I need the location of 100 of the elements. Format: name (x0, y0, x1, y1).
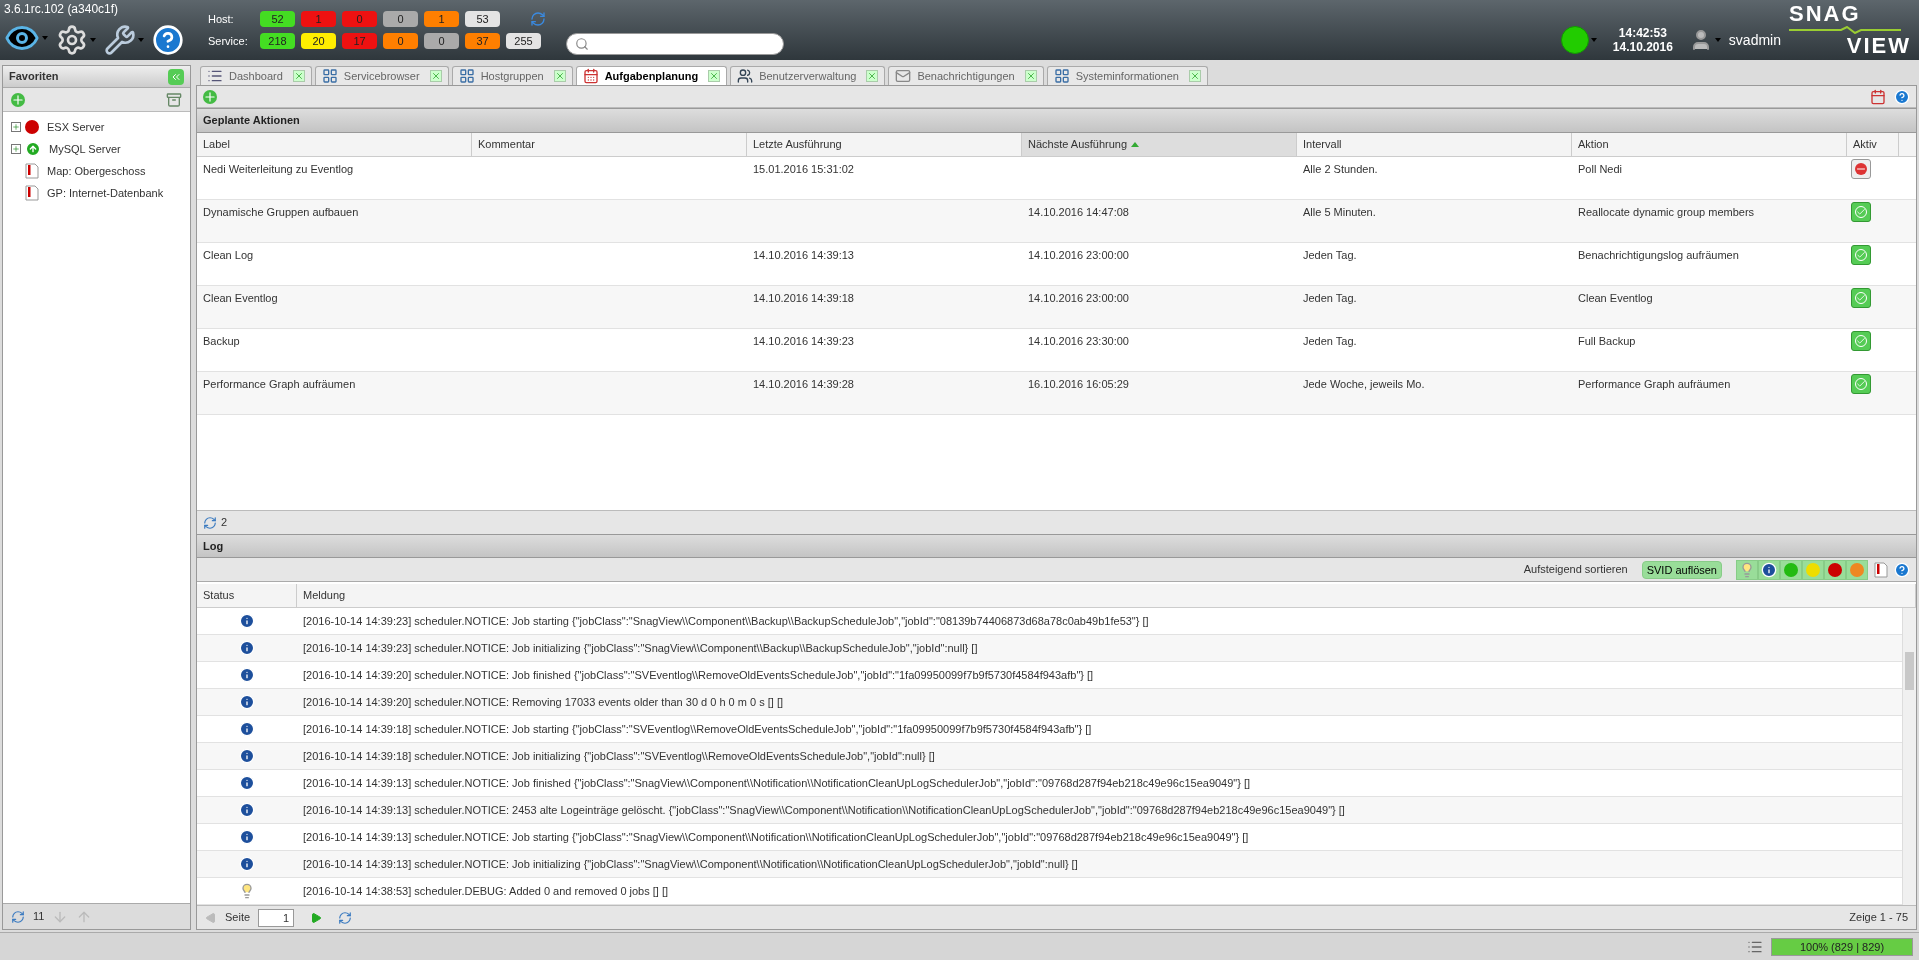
settings-menu-button[interactable] (56, 24, 96, 56)
tab[interactable]: Benutzerverwaltung (730, 66, 886, 85)
table-cell: 14.10.2016 23:30:00 (1028, 335, 1129, 347)
filter-toggle[interactable] (1736, 559, 1758, 580)
table-cell: 14.10.2016 14:39:23 (753, 335, 854, 347)
table-cell: 14.10.2016 14:39:18 (753, 292, 854, 304)
active-toggle[interactable] (1851, 245, 1871, 265)
map-icon (25, 185, 39, 201)
help-icon[interactable] (1894, 561, 1910, 578)
calendar-icon[interactable] (1870, 88, 1886, 105)
refresh-icon[interactable] (530, 10, 546, 27)
calendar-icon (582, 68, 599, 84)
column-header[interactable]: Intervall (1297, 133, 1572, 156)
info-icon (239, 640, 255, 656)
close-icon[interactable] (1188, 70, 1201, 82)
favorite-item[interactable]: Map: Obergeschoss (3, 160, 190, 182)
column-header[interactable]: Label (197, 133, 472, 156)
table-cell: Alle 5 Minuten. (1303, 206, 1376, 218)
help-icon[interactable] (1894, 88, 1910, 105)
column-header[interactable]: Status (197, 584, 297, 607)
refresh-icon[interactable] (338, 910, 353, 925)
filter-toggle[interactable] (1824, 559, 1846, 580)
column-header[interactable]: Kommentar (472, 133, 747, 156)
close-icon[interactable] (708, 70, 721, 82)
tab[interactable]: Dashboard (200, 66, 312, 85)
status-count-badge[interactable]: 218 (260, 33, 295, 50)
refresh-icon[interactable] (203, 515, 217, 530)
status-count-badge[interactable]: 0 (383, 33, 418, 50)
status-count-badge[interactable]: 0 (383, 10, 418, 27)
active-toggle[interactable] (1851, 331, 1871, 351)
status-count-badge[interactable]: 1 (424, 10, 459, 27)
status-count-badge[interactable]: 53 (465, 10, 500, 27)
table-cell: 14.10.2016 14:39:13 (753, 249, 854, 261)
log-message: [2016-10-14 14:39:20] scheduler.NOTICE: Job finished {"jobClass":"SVEventlog\\RemoveOldEventsScheduleJob","jobId":"1fa09950099f7b9f5730f4584f943afb"} [] (302, 667, 1095, 683)
status-count-badge[interactable]: 52 (260, 10, 295, 27)
active-toggle[interactable] (1851, 288, 1871, 308)
grid-icon (458, 68, 475, 84)
info-icon (239, 829, 255, 845)
expand-icon[interactable] (11, 144, 21, 154)
svid-button[interactable]: SVID auflösen (1641, 560, 1722, 579)
active-toggle[interactable] (1851, 202, 1871, 222)
scrollbar[interactable] (1902, 608, 1916, 905)
status-count-badge[interactable]: 1 (301, 10, 336, 27)
column-header[interactable]: Meldung (297, 584, 1916, 607)
refresh-icon[interactable] (11, 909, 25, 924)
search-icon (575, 37, 589, 51)
archive-button[interactable] (166, 91, 182, 108)
status-count-badge[interactable]: 0 (424, 33, 459, 50)
system-status-button[interactable] (1560, 26, 1597, 54)
caret-icon (138, 38, 144, 42)
table-cell: Clean Eventlog (1578, 292, 1653, 304)
close-icon[interactable] (866, 70, 879, 82)
close-icon[interactable] (292, 70, 305, 82)
help-button[interactable] (152, 24, 184, 56)
log-message: [2016-10-14 14:39:13] scheduler.NOTICE: Job starting {"jobClass":"SnagView\\Component\\Notification\\NotificationCleanUpLogSchedulerJob","jobId":"09768d287f94eb218c49e96c15ea9049"} [] (302, 829, 1250, 845)
section-title: Log (203, 538, 224, 554)
tools-menu-button[interactable] (104, 24, 144, 56)
active-toggle[interactable] (1851, 374, 1871, 394)
list-icon (207, 68, 223, 84)
tab[interactable]: Aufgabenplanung (575, 66, 728, 85)
page-field[interactable]: 1 (258, 908, 295, 927)
table-cell: Clean Eventlog (203, 292, 278, 304)
close-icon[interactable] (1024, 70, 1037, 82)
status-count-badge[interactable]: 255 (506, 33, 541, 50)
status-count-badge[interactable]: 0 (342, 10, 377, 27)
column-header[interactable]: Nächste Ausführung (1022, 133, 1297, 156)
sort-button[interactable]: Aufsteigend sortieren (1523, 561, 1628, 578)
next-page-icon[interactable] (310, 911, 323, 924)
filter-toggle[interactable] (1846, 559, 1868, 580)
search-field[interactable] (566, 33, 784, 55)
tab[interactable]: Benachrichtigungen (888, 66, 1044, 85)
favorite-item[interactable]: GP: Internet-Datenbank (3, 182, 190, 204)
favorite-item[interactable]: MySQL Server (3, 138, 190, 160)
filter-toggle[interactable] (1758, 559, 1780, 580)
tab[interactable]: Servicebrowser (314, 66, 449, 85)
section-title: Geplante Aktionen (203, 113, 300, 129)
close-icon[interactable] (553, 70, 566, 82)
table-cell: Poll Nedi (1578, 163, 1623, 175)
close-icon[interactable] (429, 70, 442, 82)
info-icon (239, 748, 255, 764)
active-toggle[interactable] (1851, 159, 1871, 179)
table-cell: Performance Graph aufräumen (203, 378, 356, 390)
column-header[interactable]: Aktion (1572, 133, 1847, 156)
filter-toggle[interactable] (1802, 559, 1824, 580)
tab[interactable]: Hostgruppen (451, 66, 573, 85)
column-header[interactable]: Aktiv (1847, 133, 1899, 156)
status-count-badge[interactable]: 20 (301, 33, 336, 50)
expand-icon[interactable] (11, 122, 21, 132)
tab[interactable]: Systeminformationen (1046, 66, 1208, 85)
caret-icon (42, 36, 48, 40)
lightbulb-icon (239, 883, 255, 899)
add-button[interactable] (203, 89, 217, 104)
add-button[interactable] (11, 92, 25, 107)
status-count-badge[interactable]: 37 (465, 33, 500, 50)
favorite-item[interactable]: ESX Server (3, 116, 190, 138)
filter-toggle[interactable] (1780, 559, 1802, 580)
item-count: 11 (33, 909, 45, 925)
collapse-button[interactable] (168, 68, 184, 85)
table-cell: 15.01.2016 15:31:02 (753, 163, 854, 175)
status-count-badge[interactable]: 17 (342, 33, 377, 50)
